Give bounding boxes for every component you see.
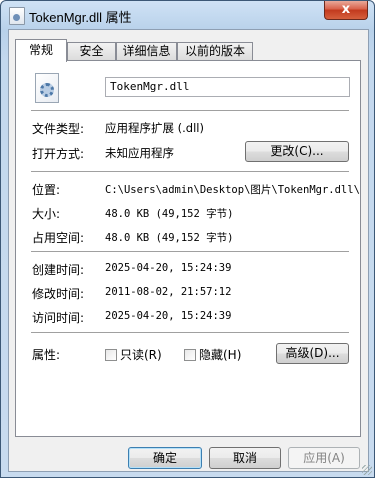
apply-button[interactable]: 应用(A) <box>288 447 360 469</box>
properties-window: TokenMgr.dll 属性 x 常规 安全 详细信息 以前的版本 Token… <box>0 0 375 478</box>
file-type-value: 应用程序扩展 (.dll) <box>105 121 204 135</box>
size-on-disk-value: 48.0 KB (49,152 字节) <box>105 232 234 244</box>
tab-previous-versions[interactable]: 以前的版本 <box>177 42 253 60</box>
advanced-button[interactable]: 高级(D)... <box>276 343 349 364</box>
close-button[interactable]: x <box>324 1 368 20</box>
file-type-label: 文件类型: <box>32 122 85 136</box>
tab-details[interactable]: 详细信息 <box>116 42 177 60</box>
modified-label: 修改时间: <box>32 287 85 301</box>
window-title: TokenMgr.dll 属性 <box>29 10 132 25</box>
modified-value: 2011-08-02, 21:57:12 <box>105 286 232 298</box>
tab-security[interactable]: 安全 <box>67 42 116 60</box>
readonly-checkbox[interactable] <box>105 349 117 361</box>
separator <box>31 110 349 112</box>
hidden-label[interactable]: 隐藏(H) <box>199 346 241 363</box>
title-bar[interactable]: TokenMgr.dll 属性 x <box>1 1 374 29</box>
cancel-button[interactable]: 取消 <box>209 447 281 469</box>
separator <box>31 171 349 173</box>
separator <box>31 251 349 253</box>
file-name-field[interactable]: TokenMgr.dll <box>105 77 350 97</box>
ok-button[interactable]: 确定 <box>128 447 202 469</box>
size-on-disk-label: 占用空间: <box>32 231 85 245</box>
dialog-client: 常规 安全 详细信息 以前的版本 TokenMgr.dll 文件类型: 应用程序… <box>8 29 369 472</box>
open-with-value: 未知应用程序 <box>105 146 174 160</box>
accessed-label: 访问时间: <box>32 311 85 325</box>
open-with-label: 打开方式: <box>32 147 85 161</box>
created-label: 创建时间: <box>32 263 85 277</box>
attributes-label: 属性: <box>32 348 61 362</box>
separator <box>31 332 349 334</box>
dll-file-icon <box>35 73 59 103</box>
dll-file-icon <box>9 7 25 25</box>
readonly-label[interactable]: 只读(R) <box>120 346 162 363</box>
size-label: 大小: <box>32 207 61 221</box>
general-tab-panel: TokenMgr.dll 文件类型: 应用程序扩展 (.dll) 打开方式: 未… <box>15 60 361 437</box>
location-label: 位置: <box>32 183 61 197</box>
change-button[interactable]: 更改(C)... <box>245 141 349 162</box>
accessed-value: 2025-04-20, 15:24:39 <box>105 310 232 322</box>
gear-icon <box>40 83 54 97</box>
hidden-checkbox[interactable] <box>184 349 196 361</box>
tab-general[interactable]: 常规 <box>15 39 67 62</box>
size-value: 48.0 KB (49,152 字节) <box>105 208 234 220</box>
resize-grip[interactable] <box>362 465 372 475</box>
location-value: C:\Users\admin\Desktop\图片\TokenMgr.dll\ <box>105 184 360 196</box>
created-value: 2025-04-20, 15:24:39 <box>105 262 232 274</box>
